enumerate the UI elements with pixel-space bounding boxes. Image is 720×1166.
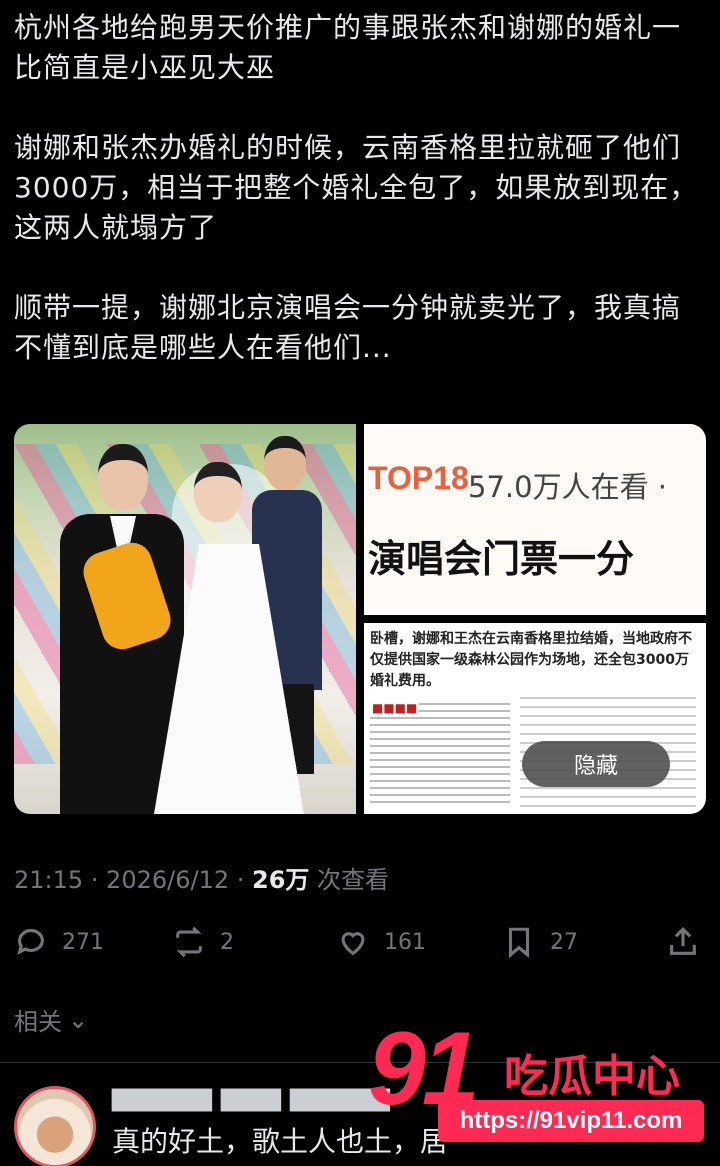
post-paragraph: 杭州各地给跑男天价推广的事跟张杰和谢娜的婚礼一比简直是小巫见大巫 bbox=[14, 11, 682, 84]
newspaper-scan-left bbox=[370, 703, 510, 807]
watermark: 91 吃瓜中心 https://91vip11.com bbox=[368, 1010, 713, 1160]
watermark-text: 吃瓜中心 bbox=[504, 1051, 680, 1102]
view-suffix: 次查看 bbox=[309, 866, 390, 894]
post-text: 杭州各地给跑男天价推广的事跟张杰和谢娜的婚礼一比简直是小巫见大巫 谢娜和张杰办婚… bbox=[14, 8, 706, 408]
chevron-down-icon: ⌄ bbox=[68, 1005, 89, 1034]
wedding-photo[interactable] bbox=[14, 424, 356, 814]
comment-icon bbox=[17, 929, 44, 955]
share-icon bbox=[670, 927, 696, 955]
media-right-column: TOP18 57.0万人在看 · 演唱会门票一分 卧槽，谢娜和王杰在云南香格里拉… bbox=[364, 424, 706, 814]
like-button[interactable]: 161 bbox=[336, 920, 426, 964]
share-button[interactable] bbox=[666, 920, 700, 964]
reply-count: 271 bbox=[62, 929, 104, 955]
repost-icon bbox=[176, 926, 202, 958]
heart-icon bbox=[341, 932, 365, 956]
action-bar: 271 2 161 27 bbox=[14, 920, 706, 964]
media-grid: TOP18 57.0万人在看 · 演唱会门票一分 卧槽，谢娜和王杰在云南香格里拉… bbox=[14, 424, 706, 814]
trend-watching: 57.0万人在看 · bbox=[468, 470, 668, 504]
reply-author-obscured[interactable]: ▆▆▆▆▆ ▆▆▆ ▆▆▆▆▆ bbox=[112, 1082, 390, 1112]
post-paragraph: 顺带一提，谢娜北京演唱会一分钟就卖光了，我真搞不懂到底是哪些人在看他们... bbox=[14, 291, 682, 364]
related-toggle[interactable]: 相关 ⌄ bbox=[14, 1002, 88, 1037]
trend-headline: 演唱会门票一分 bbox=[368, 537, 635, 581]
like-count: 161 bbox=[384, 929, 426, 955]
repost-button[interactable]: 2 bbox=[172, 920, 234, 964]
trending-screenshot[interactable]: TOP18 57.0万人在看 · 演唱会门票一分 bbox=[364, 424, 706, 615]
repost-count: 2 bbox=[220, 929, 234, 955]
host-head bbox=[264, 436, 306, 490]
avatar[interactable] bbox=[14, 1086, 96, 1166]
news-caption: 卧槽，谢娜和王杰在云南香格里拉结婚，当地政府不仅提供国家一级森林公园作为场地，还… bbox=[370, 631, 692, 689]
reply-button[interactable]: 271 bbox=[14, 920, 104, 964]
bride-head bbox=[194, 462, 242, 522]
bookmark-button[interactable]: 27 bbox=[502, 920, 578, 964]
bookmark-count: 27 bbox=[550, 929, 578, 955]
newspaper-logo: ■■■■ bbox=[370, 701, 420, 715]
news-screenshot[interactable]: 卧槽，谢娜和王杰在云南香格里拉结婚，当地政府不仅提供国家一级森林公园作为场地，还… bbox=[364, 623, 706, 814]
post-time: 21:15 · 2026/6/12 · bbox=[14, 866, 252, 894]
view-count: 26万 bbox=[252, 866, 310, 894]
related-label: 相关 bbox=[14, 1008, 62, 1036]
bookmark-icon bbox=[508, 927, 530, 959]
groom-head bbox=[98, 444, 148, 510]
hide-button[interactable]: 隐藏 bbox=[522, 741, 670, 787]
watermark-url: https://91vip11.com bbox=[438, 1100, 704, 1142]
post-meta: 21:15 · 2026/6/12 · 26万 次查看 bbox=[14, 860, 389, 895]
trend-rank: TOP18 bbox=[368, 460, 469, 496]
post-paragraph: 谢娜和张杰办婚礼的时候，云南香格里拉就砸了他们3000万，相当于把整个婚礼全包了… bbox=[14, 131, 699, 244]
